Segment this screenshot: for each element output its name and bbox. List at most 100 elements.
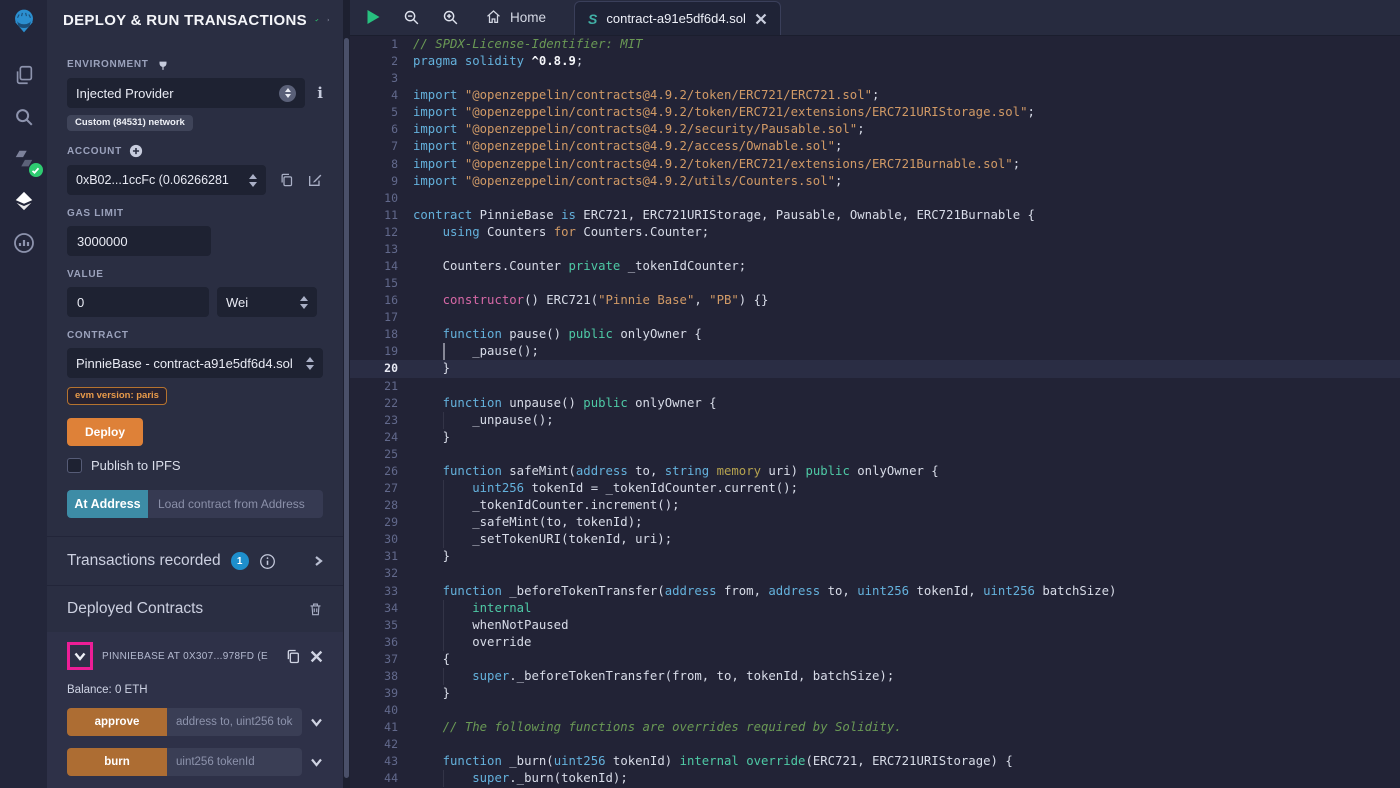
code-line[interactable]: 20 } [350,360,1400,378]
code-line[interactable]: 19 _pause(); [350,343,1400,361]
code-line[interactable]: 6 import "@openzeppelin/contracts@4.9.2/s… [350,121,1400,138]
analytics-plugin-icon[interactable] [11,230,37,256]
code-line[interactable]: 1// SPDX-License-Identifier: MIT [350,36,1400,53]
code-text[interactable] [398,702,413,719]
code-text[interactable]: // The following functions are overrides… [398,719,902,736]
copy-contract-address-icon[interactable] [285,648,301,665]
code-line[interactable]: 12 using Counters for Counters.Counter; [350,224,1400,241]
zoom-in-icon[interactable] [442,9,459,26]
tab-contract-file[interactable]: S contract-a91e5df6d4.sol [574,1,781,35]
code-line[interactable]: 3 [350,70,1400,87]
burn-function-button[interactable]: burn [67,748,167,776]
code-line[interactable]: 18 function pause() public onlyOwner { [350,326,1400,343]
code-text[interactable]: _unpause(); [398,411,554,429]
code-text[interactable] [398,565,413,582]
code-line[interactable]: 13 [350,241,1400,258]
code-text[interactable] [398,736,413,753]
code-text[interactable]: using Counters for Counters.Counter; [398,224,710,241]
gas-limit-input[interactable] [67,226,211,256]
remove-contract-icon[interactable] [310,650,323,663]
code-line[interactable]: 32 [350,565,1400,582]
code-text[interactable] [398,446,413,463]
code-line[interactable]: 25 [350,446,1400,463]
code-line[interactable]: 2 pragma solidity ^0.8.9; [350,53,1400,70]
copy-account-icon[interactable] [279,172,294,188]
code-text[interactable]: import "@openzeppelin/contracts@4.9.2/ut… [398,173,842,190]
deploy-button[interactable]: Deploy [67,418,143,446]
chevron-down-icon[interactable] [310,718,323,727]
approve-params-input[interactable] [167,708,302,736]
code-line[interactable]: 39 } [350,685,1400,702]
code-text[interactable]: } [398,685,450,702]
code-line[interactable]: 8 import "@openzeppelin/contracts@4.9.2/t… [350,156,1400,173]
contract-select[interactable]: PinnieBase - contract-a91e5df6d4.sol [67,348,323,378]
code-text[interactable]: super._beforeTokenTransfer(from, to, tok… [398,667,894,685]
code-text[interactable]: uint256 tokenId = _tokenIdCounter.curren… [398,480,798,498]
panel-scrollbar[interactable] [344,38,349,778]
code-text[interactable] [398,309,413,326]
code-text[interactable]: function _burn(uint256 tokenId) internal… [398,753,1013,770]
close-tab-icon[interactable] [755,13,767,25]
code-line[interactable]: 33 function _beforeTokenTransfer(address… [350,583,1400,600]
code-text[interactable]: constructor() ERC721("Pinnie Base", "PB"… [398,292,769,309]
code-text[interactable]: _safeMint(to, tokenId); [398,514,643,532]
code-text[interactable]: import "@openzeppelin/contracts@4.9.2/se… [398,121,865,138]
transactions-recorded-section[interactable]: Transactions recorded 1 [67,537,323,585]
transactions-expand-chevron-icon[interactable] [313,555,323,567]
code-line[interactable]: 41 // The following functions are overri… [350,719,1400,736]
code-text[interactable] [398,275,413,292]
code-line[interactable]: 26 function safeMint(address to, string … [350,463,1400,480]
search-icon[interactable] [11,104,37,130]
remix-logo-icon[interactable] [11,8,37,34]
code-text[interactable] [398,70,413,87]
code-line[interactable]: 40 [350,702,1400,719]
code-text[interactable]: import "@openzeppelin/contracts@4.9.2/to… [398,104,1035,121]
environment-info-icon[interactable]: i [317,84,323,102]
code-line[interactable]: 14 Counters.Counter private _tokenIdCoun… [350,258,1400,275]
value-unit-select[interactable]: Wei [217,287,317,317]
at-address-input[interactable] [148,490,323,518]
tab-home[interactable]: Home [485,0,546,35]
code-text[interactable]: whenNotPaused [398,616,568,634]
code-text[interactable]: } [398,360,450,377]
code-text[interactable]: } [398,548,450,565]
run-script-icon[interactable] [366,9,381,25]
code-line[interactable]: 24 } [350,429,1400,446]
code-text[interactable]: import "@openzeppelin/contracts@4.9.2/to… [398,156,1020,173]
code-text[interactable]: _tokenIdCounter.increment(); [398,497,680,515]
code-text[interactable]: // SPDX-License-Identifier: MIT [398,36,643,53]
zoom-out-icon[interactable] [403,9,420,26]
code-text[interactable]: internal [398,599,531,617]
code-text[interactable]: function pause() public onlyOwner { [398,326,702,343]
plug-icon[interactable] [156,57,170,71]
approve-function-button[interactable]: approve [67,708,167,736]
code-text[interactable]: pragma solidity ^0.8.9; [398,53,583,70]
deploy-run-icon[interactable] [11,188,37,214]
code-line[interactable]: 28 _tokenIdCounter.increment(); [350,497,1400,515]
code-line[interactable]: 29 _safeMint(to, tokenId); [350,514,1400,532]
code-text[interactable] [398,378,413,395]
code-text[interactable]: _setTokenURI(tokenId, uri); [398,531,672,549]
code-text[interactable]: import "@openzeppelin/contracts@4.9.2/to… [398,87,879,104]
clear-deployed-trash-icon[interactable] [308,601,323,617]
code-line[interactable]: 15 [350,275,1400,292]
code-text[interactable]: Counters.Counter private _tokenIdCounter… [398,258,747,275]
panel-pin-chevron-icon[interactable] [327,14,329,26]
at-address-button[interactable]: At Address [67,490,148,518]
code-line[interactable]: 5 import "@openzeppelin/contracts@4.9.2/t… [350,104,1400,121]
code-line[interactable]: 36 override [350,633,1400,651]
code-text[interactable]: } [398,429,450,446]
code-line[interactable]: 10 [350,190,1400,207]
code-line[interactable]: 42 [350,736,1400,753]
code-text[interactable]: super._burn(tokenId); [398,770,628,788]
code-text[interactable]: function unpause() public onlyOwner { [398,395,717,412]
code-line[interactable]: 17 [350,309,1400,326]
code-text[interactable] [398,190,413,207]
code-line[interactable]: 22 function unpause() public onlyOwner { [350,395,1400,412]
publish-ipfs-checkbox[interactable] [67,458,82,473]
account-select[interactable]: 0xB02...1ccFc (0.06266281 [67,165,266,195]
transactions-info-icon[interactable] [259,553,276,570]
code-line[interactable]: 44 super._burn(tokenId); [350,770,1400,788]
file-explorer-icon[interactable] [11,62,37,88]
solidity-compiler-icon[interactable] [11,146,43,177]
